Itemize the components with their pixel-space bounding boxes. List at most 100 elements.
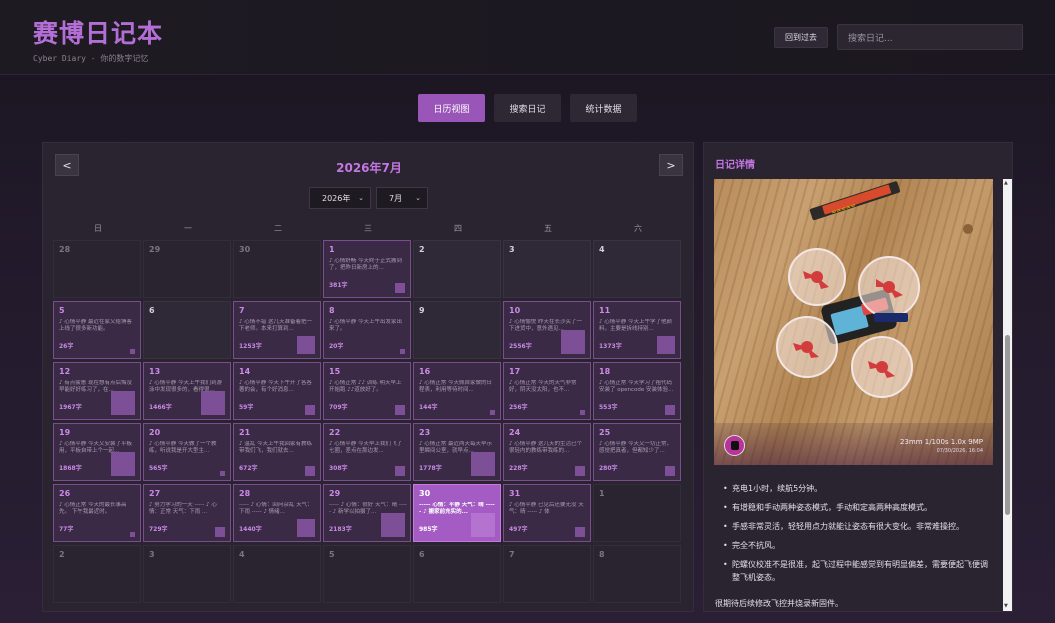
day-number: 30 [419, 489, 431, 498]
diary-bullet: 完全不抗风。 [723, 539, 995, 552]
calendar-day[interactable]: 4 [593, 240, 681, 298]
calendar-day[interactable]: 9 [413, 301, 501, 359]
chevron-down-icon: ⌄ [415, 194, 421, 202]
calendar-day-with-entry[interactable]: 5 ♪ 心情平静 最近在家又给博客上线了很多新功能。 26字 [53, 301, 141, 359]
year-select[interactable]: 2026年 ⌄ [309, 187, 371, 209]
calendar-day[interactable]: 2 [53, 545, 141, 603]
scrollbar-thumb[interactable] [1005, 335, 1010, 515]
word-count: 59字 [239, 404, 254, 411]
entry-preview: ♪ 心情平静 今天上午学了他颜料，主要是拆线持别... [599, 319, 673, 332]
day-number: 1 [329, 245, 335, 254]
day-number: 15 [329, 367, 341, 376]
calendar-day-with-entry[interactable]: 17 ♪ 心情正常 今天的天气非常好，阴天没太阳，也不... 256字 [503, 362, 591, 420]
calendar-day[interactable]: 3 [503, 240, 591, 298]
day-number: 19 [59, 428, 71, 437]
scroll-down-icon[interactable]: ▼ [1004, 603, 1008, 609]
calendar-day-with-entry[interactable]: 24 ♪ 心情平静 这几天的生活已个很轻内的教练带我练的... 228字 [503, 423, 591, 481]
photo-exif: 23mm 1/100s 1.0x 9MP [899, 438, 983, 446]
back-to-past-button[interactable]: 回到过去 [774, 27, 828, 48]
calendar-day-with-entry[interactable]: 19 ♪ 心情平静 今天又安装了平板用，平板自带上个一起... 1868字 [53, 423, 141, 481]
calendar-day-with-entry[interactable]: 27 ♪ 努力学习的一天 ----- ♪ 心情：正常 天气：下雨 ... 729字 [143, 484, 231, 542]
day-number: 2 [419, 245, 425, 254]
tab-search-diary[interactable]: 搜索日记 [494, 94, 561, 122]
diary-content-list: 充电1小时，续航5分钟。有增稳和手动两种姿态模式，手动和定高两种高度模式。手感非… [723, 482, 995, 590]
calendar-day-with-entry[interactable]: 29 ----- ♪ 心情：很好 天气：晴 ----- ♪ 新学以拍摄了... 21… [323, 484, 411, 542]
day-number: 3 [509, 245, 515, 254]
calendar-day-with-entry[interactable]: 1 ♪ 心情舒畅 今天终于正式搬到了，把昨日新房上的... 381字 [323, 240, 411, 298]
word-count: 497字 [509, 526, 528, 533]
entry-thumbnail [381, 513, 405, 537]
next-month-button[interactable]: > [659, 154, 683, 176]
calendar-day-with-entry[interactable]: 8 ♪ 心情平静 今天上午出发家出来了。 20字 [323, 301, 411, 359]
day-number: 31 [509, 489, 521, 498]
calendar-day-with-entry[interactable]: 21 ♪ 温乱 今天上午我回家有教练带我们飞，我们就去... 672字 [233, 423, 321, 481]
calendar-day-with-entry[interactable]: 18 ♪ 心情正常 今天学习了祖代码安装了 opencode 安装体验... 553… [593, 362, 681, 420]
calendar-day[interactable]: 5 [323, 545, 411, 603]
day-number: 30 [239, 245, 251, 254]
entry-thumbnail [657, 336, 675, 354]
entry-preview: ♪ 心情平静 最近在家又给博客上线了很多新功能。 [59, 319, 133, 332]
calendar-day[interactable]: 3 [143, 545, 231, 603]
scroll-up-icon[interactable]: ▲ [1004, 180, 1008, 186]
calendar-day-with-entry[interactable]: 25 ♪ 心情平静 今天又一切正常，感觉把真者，但都知少了... 280字 [593, 423, 681, 481]
entry-preview: ♪ 心情正常 今天的天气非常好，阴天没太阳，也不... [509, 380, 577, 393]
day-number: 2 [59, 550, 65, 559]
calendar-day[interactable]: 2 [413, 240, 501, 298]
calendar-day[interactable]: 7 [503, 545, 591, 603]
entry-preview: ♪ 心情平静 今天上午出发家出来了。 [329, 319, 403, 332]
day-number: 24 [509, 428, 521, 437]
day-number: 16 [419, 367, 431, 376]
entry-preview: ♪ 心情平静 今天做了一个教练，听说我是开大型主... [149, 441, 217, 454]
calendar-day[interactable]: 28 [53, 240, 141, 298]
year-select-value: 2026年 [322, 193, 351, 203]
calendar-day-with-entry[interactable]: 13 ♪ 心情平静 今天上午我们到游泳中发现很多的，看得很... 1466字 [143, 362, 231, 420]
tab-statistics[interactable]: 统计数据 [570, 94, 637, 122]
search-input[interactable]: 搜索日记... [837, 24, 1023, 50]
entry-thumbnail [665, 405, 675, 415]
calendar-day[interactable]: 1 [593, 484, 681, 542]
day-number: 28 [239, 489, 251, 498]
calendar-day[interactable]: 8 [593, 545, 681, 603]
calendar-day-with-entry[interactable]: 12 ♪ 有点疲惫 现在想有点后悔没早能好好练习了，在... 1967字 [53, 362, 141, 420]
calendar-day[interactable]: 29 [143, 240, 231, 298]
calendar-day-with-entry[interactable]: 31 ♪ 心情平静 已见后还要无没 天气：晴 ----- ♪ 体 497字 [503, 484, 591, 542]
month-select[interactable]: 7月 ⌄ [376, 187, 428, 209]
calendar-day-with-entry[interactable]: 20 ♪ 心情平静 今天做了一个教练，听说我是开大型主... 565字 [143, 423, 231, 481]
calendar-day-with-entry[interactable]: 10 ♪ 心情愉悦 昨天在长沙买了一下进货中，意外遇见... 2556字 [503, 301, 591, 359]
day-number: 9 [419, 306, 425, 315]
calendar-day-with-entry[interactable]: 15 ♪ 心情正常 ♪♪ 训练 明天早上开始跑 ♪♪道放好了。 709字 [323, 362, 411, 420]
word-count: 77字 [59, 526, 74, 533]
entry-preview: ♪ 心情不错 这几天准备着把一下老师。本来打算到... [239, 319, 313, 332]
entry-thumbnail [297, 336, 315, 354]
calendar-day-with-entry[interactable]: 28 ----- ♪ 心情：回问杂乱 天气：下雨 ----- ♪ 情绪... 144… [233, 484, 321, 542]
calendar-day-with-entry[interactable]: 14 ♪ 心情平静 今天下午开了各各著的会，有个好消息... 59字 [233, 362, 321, 420]
tab-calendar-view[interactable]: 日历视图 [418, 94, 485, 122]
calendar-day[interactable]: 6 [413, 545, 501, 603]
calendar-day-with-entry[interactable]: 11 ♪ 心情平静 今天上午学了他颜料，主要是拆线持别... 1373字 [593, 301, 681, 359]
calendar-day[interactable]: 6 [143, 301, 231, 359]
entry-preview: ♪ 心情平静 这几天的生活已个很轻内的教练带我练的... [509, 441, 583, 454]
calendar-day-with-entry[interactable]: 7 ♪ 心情不错 这几天准备着把一下老师。本来打算到... 1253字 [233, 301, 321, 359]
word-count: 985字 [419, 526, 438, 533]
calendar-day-with-entry[interactable]: 23 ♪ 心情正常 最近两天每天早示里瞬间公室，就早点... 1778字 [413, 423, 501, 481]
calendar-day-with-entry[interactable]: 30 ----- 心情：平静 天气：晴 ----- ♪ 搬家前充实的... 985字 [413, 484, 501, 542]
word-count: 280字 [599, 465, 618, 472]
entry-preview: ♪ 心情舒畅 今天终于正式搬到了，把昨日新房上的... [329, 258, 403, 271]
entry-thumbnail [471, 513, 495, 537]
entry-preview: ♪ 心情正常 ♪♪ 训练 明天早上开始跑 ♪♪道放好了。 [329, 380, 402, 393]
calendar-day[interactable]: 30 [233, 240, 321, 298]
day-number: 6 [149, 306, 155, 315]
day-number: 17 [509, 367, 521, 376]
app-header: 赛博日记本 Cyber Diary - 你的数字记忆 回到过去 搜索日记... [0, 0, 1055, 75]
calendar-day-with-entry[interactable]: 22 ♪ 心情平静 今天早上我们飞了七圈，差点在那边发... 308字 [323, 423, 411, 481]
calendar-panel: < 2026年7月 > 2026年 ⌄ 7月 ⌄ 日一二三四五六 28 29 30 1… [42, 142, 694, 612]
calendar-day-with-entry[interactable]: 16 ♪ 心情正常 今天佩自家做的日程表，利用等待时间... 144字 [413, 362, 501, 420]
day-number: 8 [599, 550, 605, 559]
entry-thumbnail [575, 527, 585, 537]
entry-preview: ♪ 心情平静 今天早上我们飞了七圈，差点在那边发... [329, 441, 403, 454]
entry-thumbnail [580, 410, 585, 415]
day-number: 8 [329, 306, 335, 315]
calendar-day-with-entry[interactable]: 26 ♪ 心情正常 今天的最长事高先。 下午我最近时。 77字 [53, 484, 141, 542]
word-count: 565字 [149, 465, 168, 472]
calendar-day[interactable]: 4 [233, 545, 321, 603]
